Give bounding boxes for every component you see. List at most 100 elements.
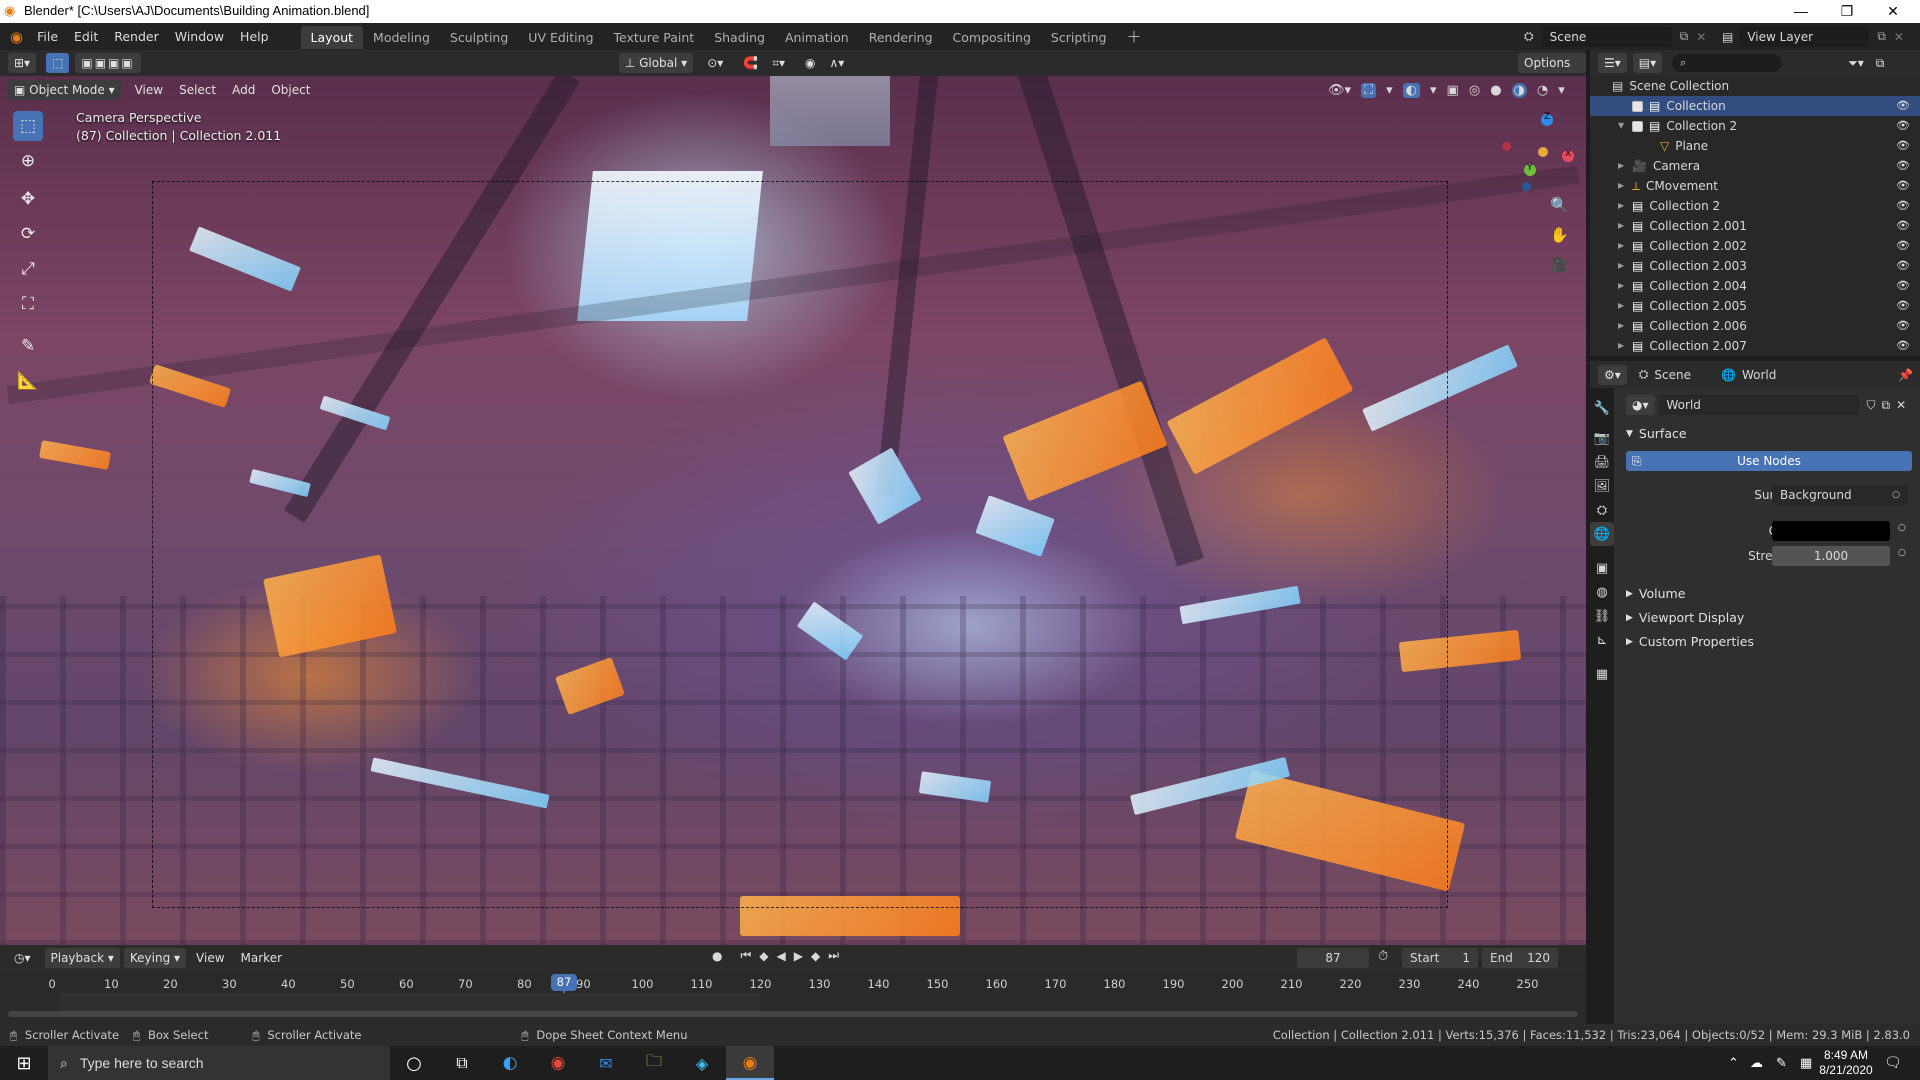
remove-scene-icon[interactable]: ✕ (1696, 30, 1706, 44)
menu-file[interactable]: File (29, 23, 66, 50)
gizmos-icon[interactable]: ⛶ (1361, 82, 1377, 98)
duplicate-world-icon[interactable]: ⧉ (1882, 398, 1891, 413)
view-layer-field[interactable]: View Layer (1739, 26, 1870, 47)
transform-orientation-dropdown[interactable]: ⊥ Global ▾ (618, 53, 694, 73)
solid-shading-icon[interactable]: ● (1490, 83, 1501, 98)
tab-animation[interactable]: Animation (775, 26, 859, 49)
outliner-row[interactable]: ▼ ▤ Collection 2 👁 (1590, 116, 1920, 136)
tab-modeling[interactable]: Modeling (363, 26, 440, 49)
expand-toggle-icon[interactable]: ▶ (1618, 196, 1632, 216)
tab-rendering[interactable]: Rendering (859, 26, 943, 49)
start-frame-field[interactable]: Start 1 (1402, 948, 1478, 968)
timeline-area[interactable]: 0 10 20 30 40 50 60 70 80 90 100 110 120 130 140 150 160… (0, 971, 1586, 1024)
system-tray-chevron-icon[interactable]: ⌃ (1728, 1056, 1739, 1071)
outliner-root-row[interactable]: ▤ Scene Collection (1590, 76, 1920, 96)
strength-slider[interactable]: 1.000 (1772, 546, 1890, 566)
mode-dropdown[interactable]: ▣ Object Mode ▾ (8, 80, 121, 100)
expand-toggle-icon[interactable]: ▶ (1618, 176, 1632, 196)
tab-layout[interactable]: Layout (300, 26, 364, 49)
viewport-menu-select[interactable]: Select (173, 80, 222, 100)
object-tab-icon[interactable]: ▣ (1590, 556, 1614, 580)
pin-icon[interactable]: 📌 (1898, 368, 1913, 382)
tool-cursor-icon[interactable]: ⊕ (13, 146, 43, 176)
chrome-icon[interactable]: ◉ (534, 1053, 582, 1073)
view-layer-selector[interactable]: ▤ View Layer ⧉ ✕ (1722, 26, 1904, 47)
tab-sculpting[interactable]: Sculpting (440, 26, 518, 49)
tool-move-icon[interactable]: ✥ (13, 184, 43, 214)
unlink-world-icon[interactable]: ✕ (1896, 398, 1906, 412)
fake-user-icon[interactable]: ⛉ (1867, 398, 1876, 413)
display-mode-icon[interactable]: ▤▾ (1632, 53, 1663, 73)
texture-tab-icon[interactable]: ▦ (1590, 662, 1614, 686)
close-button[interactable]: ✕ (1870, 0, 1916, 23)
options-dropdown[interactable]: Options ▾ (1518, 53, 1586, 90)
outliner-row[interactable]: ▶ ▤ Collection 2.001 👁 (1590, 216, 1920, 236)
scene-selector[interactable]: ⛭ Scene ⧉ ✕ (1524, 26, 1706, 47)
file-explorer-icon[interactable]: 🗀 (630, 1050, 678, 1077)
view-layer-tab-icon[interactable]: 🖼 (1590, 474, 1614, 498)
viewport-menu-add[interactable]: Add (226, 80, 261, 100)
expand-toggle-icon[interactable]: ▶ (1618, 336, 1632, 356)
menu-help[interactable]: Help (232, 23, 277, 50)
snap-icon[interactable]: 🧲 (737, 53, 764, 73)
expand-toggle-icon[interactable]: ▼ (1618, 116, 1632, 136)
exclude-checkbox[interactable] (1632, 100, 1643, 112)
visibility-eye-icon[interactable]: 👁 (1896, 236, 1910, 256)
outliner-row[interactable]: ▶ ▤ Collection 2 👁 (1590, 196, 1920, 216)
outliner-row[interactable]: ▶ ▤ Collection 2.006 👁 (1590, 316, 1920, 336)
falloff-icon[interactable]: ∧▾ (823, 53, 850, 73)
render-tab-icon[interactable]: 📷 (1590, 426, 1614, 450)
surface-section-header[interactable]: ▼ Surface (1626, 426, 1687, 441)
color-socket-icon[interactable]: ○ (1898, 523, 1906, 533)
viewport-menu-object[interactable]: Object (265, 80, 316, 100)
expand-toggle-icon[interactable]: ▶ (1618, 236, 1632, 256)
visibility-eye-icon[interactable]: 👁 (1896, 116, 1910, 136)
windows-start-icon[interactable]: ⊞ (0, 1053, 48, 1074)
overlays-dropdown-icon[interactable]: ▾ (1430, 83, 1437, 98)
edge-icon[interactable]: ◐ (486, 1053, 534, 1073)
rendered-shading-icon[interactable]: ◔ (1537, 83, 1548, 98)
outliner-row[interactable]: ▶ ▤ Collection 2.005 👁 (1590, 296, 1920, 316)
constraints-tab-icon[interactable]: ⛓ (1590, 604, 1614, 628)
snap-target-icon[interactable]: ⌗▾ (766, 53, 791, 73)
visibility-eye-icon[interactable]: 👁 (1896, 276, 1910, 296)
selection-mode-icons[interactable]: ▣▣▣▣ (75, 53, 141, 73)
taskbar-clock[interactable]: 8:49 AM 8/21/2020 (1808, 1048, 1884, 1078)
outliner-row[interactable]: ▶ 🎥 Camera 👁 (1590, 156, 1920, 176)
timeline-editor-type-icon[interactable]: ◷▾ (8, 948, 37, 968)
tool-measure-icon[interactable]: 📐 (13, 366, 43, 396)
scene-tab-icon[interactable]: ⛭ (1590, 498, 1614, 522)
tab-compositing[interactable]: Compositing (943, 26, 1041, 49)
color-swatch[interactable] (1772, 521, 1890, 541)
tool-annotate-icon[interactable]: ✎ (13, 331, 43, 361)
timeline-menu-marker[interactable]: Marker (235, 948, 288, 968)
cortana-icon[interactable]: ○ (390, 1053, 438, 1074)
remove-view-layer-icon[interactable]: ✕ (1894, 30, 1904, 44)
expand-toggle-icon[interactable]: ▶ (1618, 216, 1632, 236)
tab-texture-paint[interactable]: Texture Paint (604, 26, 705, 49)
physics-tab-icon[interactable]: ◍ (1590, 580, 1614, 604)
maximize-button[interactable]: ❐ (1824, 0, 1870, 23)
timeline-menu-keying[interactable]: Keying ▾ (123, 948, 187, 968)
new-view-layer-icon[interactable]: ⧉ (1877, 29, 1886, 44)
visibility-eye-icon[interactable]: 👁 (1896, 136, 1910, 156)
tool-transform-icon[interactable]: ⛶ (13, 289, 43, 319)
navigation-gizmo[interactable]: Z X Y (1488, 106, 1578, 196)
surface-shader-dropdown[interactable]: Background ○ (1772, 485, 1908, 505)
tab-shading[interactable]: Shading (704, 26, 775, 49)
add-workspace-icon[interactable]: ＋ (1117, 26, 1152, 49)
tab-uv-editing[interactable]: UV Editing (518, 26, 603, 49)
outliner-row[interactable]: ▶ ▤ Collection 2.007 👁 (1590, 336, 1920, 356)
new-scene-icon[interactable]: ⧉ (1680, 29, 1689, 44)
blender-taskbar-icon[interactable]: ◉ (726, 1046, 774, 1080)
visibility-icon[interactable]: 👁▾ (1328, 83, 1351, 98)
visibility-eye-icon[interactable]: 👁 (1896, 296, 1910, 316)
editor-type-icon[interactable]: ⊞▾ (8, 53, 37, 73)
store-app-icon[interactable]: ◈ (678, 1054, 726, 1073)
stopwatch-icon[interactable]: ⏱ (1378, 949, 1388, 964)
output-tab-icon[interactable]: 🖨 (1590, 450, 1614, 474)
new-collection-icon[interactable]: ⧉ (1870, 53, 1891, 73)
scene-name-field[interactable]: Scene (1541, 26, 1672, 47)
expand-toggle-icon[interactable]: ▶ (1618, 296, 1632, 316)
menu-edit[interactable]: Edit (66, 23, 106, 50)
